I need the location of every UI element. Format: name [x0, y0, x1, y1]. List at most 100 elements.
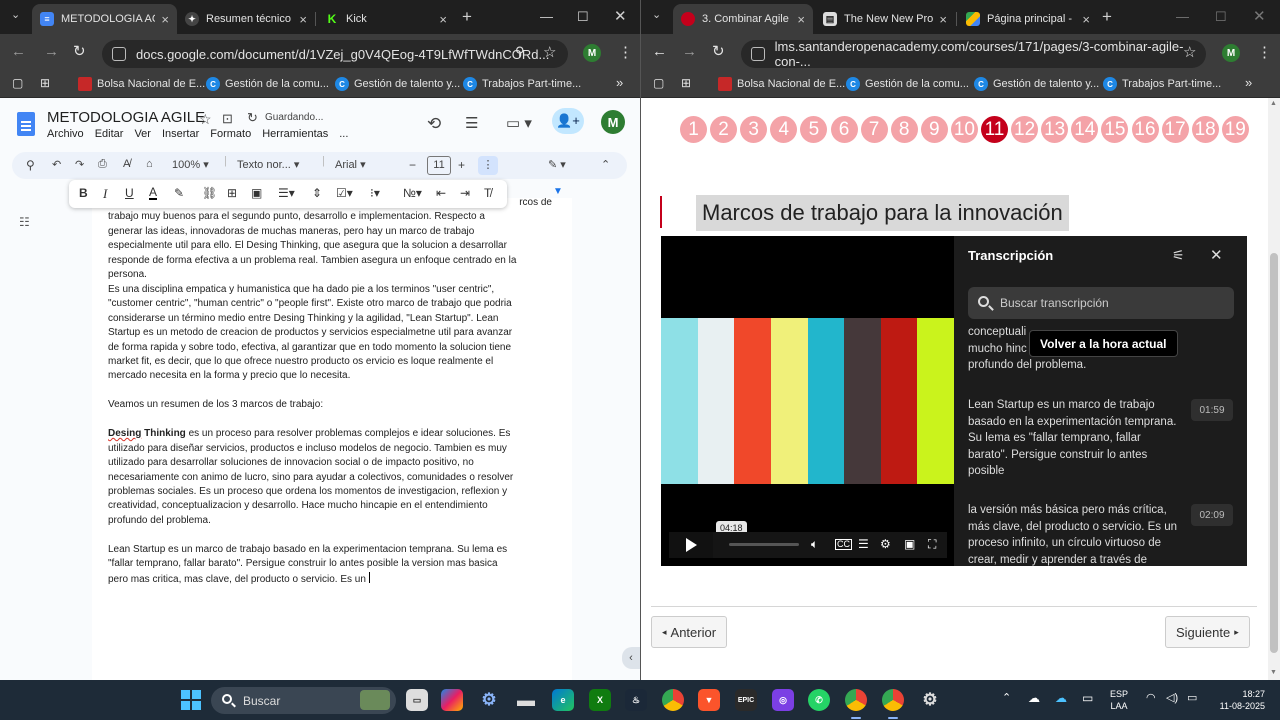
windows-start-icon[interactable]	[180, 689, 202, 711]
bookmark-star-icon[interactable]: ☆	[1183, 43, 1196, 61]
zoom-select[interactable]: 100% ▾	[172, 158, 209, 171]
close-icon[interactable]: ×	[439, 12, 447, 27]
minimize-button[interactable]: —	[540, 9, 553, 24]
menu-dots-icon[interactable]: ⋮	[1257, 43, 1272, 61]
apps-grid-icon[interactable]: ⊞	[681, 76, 691, 90]
outline-icon[interactable]: ☷	[19, 215, 30, 229]
bookmark-folder-icon[interactable]: ▢	[12, 76, 23, 90]
reload-icon[interactable]: ↻	[73, 42, 86, 60]
side-panel-toggle[interactable]: ‹	[622, 647, 640, 669]
star-icon[interactable]: ☆	[199, 111, 212, 128]
address-bar[interactable]: lms.santanderopenacademy.com/courses/171…	[741, 39, 1206, 69]
volume-icon[interactable]: ◁)	[1166, 692, 1178, 704]
text-color-icon[interactable]: A	[149, 186, 158, 200]
close-icon[interactable]: ×	[1082, 12, 1090, 27]
steam-icon[interactable]: ♨	[625, 689, 647, 711]
timestamp-button[interactable]: 02:09	[1191, 504, 1233, 526]
menu-editar[interactable]: Editar	[95, 128, 124, 140]
tab-metodologia[interactable]: ≡ METODOLOGIA AGILE ×	[32, 4, 177, 34]
bookmark-gestion-talento[interactable]: C Gestión de talento y...	[974, 77, 1099, 91]
site-info-icon[interactable]	[751, 47, 765, 61]
spellcheck-icon[interactable]: A̸	[123, 158, 130, 170]
hide-menus-icon[interactable]: ⌃	[601, 158, 610, 171]
previous-button[interactable]: ◂ Anterior	[651, 616, 728, 648]
more-tools-icon[interactable]: ⋮	[478, 156, 498, 175]
account-avatar[interactable]: M	[601, 110, 625, 134]
decrease-indent-icon[interactable]: ⇤	[436, 186, 446, 200]
wifi-icon[interactable]: ◠	[1146, 692, 1156, 704]
increase-font-button[interactable]: +	[458, 158, 465, 172]
bookmark-trabajos[interactable]: C Trabajos Part-time...	[463, 77, 581, 91]
close-icon[interactable]: ×	[939, 12, 947, 27]
xbox-icon[interactable]: X	[589, 689, 611, 711]
progress-bar[interactable]	[729, 543, 799, 546]
epic-games-icon[interactable]: EPIC	[735, 689, 757, 711]
page-number-11[interactable]: 11	[981, 116, 1008, 143]
play-button[interactable]	[669, 532, 713, 558]
transcript-segment[interactable]: Lean Startup es un marco de trabajo basa…	[968, 397, 1183, 480]
battery-icon[interactable]: ▭	[1187, 692, 1197, 704]
menu-archivo[interactable]: Archivo	[47, 128, 84, 140]
close-icon[interactable]: ×	[797, 12, 805, 27]
more-bookmarks-icon[interactable]: »	[616, 75, 623, 90]
bookmark-gestion-comu[interactable]: C Gestión de la comu...	[846, 77, 969, 91]
scrollbar-thumb[interactable]	[1270, 253, 1278, 653]
bookmark-bolsa[interactable]: Bolsa Nacional de E...	[78, 77, 205, 91]
close-transcript-icon[interactable]: ✕	[1210, 246, 1223, 264]
chrome-icon[interactable]	[662, 689, 684, 711]
page-number-19[interactable]: 19	[1221, 116, 1249, 143]
page-number-15[interactable]: 15	[1101, 116, 1129, 143]
captions-icon[interactable]: CC	[835, 539, 852, 550]
page-scrollbar[interactable]: ▲ ▼	[1268, 98, 1280, 680]
profile-avatar[interactable]: M	[1222, 44, 1240, 62]
edge-icon[interactable]: e	[552, 689, 574, 711]
return-current-time-button[interactable]: Volver a la hora actual	[1029, 330, 1178, 357]
bookmark-gestion-talento[interactable]: C Gestión de talento y...	[335, 77, 460, 91]
menu-insertar[interactable]: Insertar	[162, 128, 199, 140]
close-icon[interactable]: ×	[299, 12, 307, 27]
menu-more[interactable]: ...	[339, 128, 348, 140]
fullscreen-icon[interactable]: ⛶	[928, 537, 936, 552]
clock[interactable]: 18:27 11-08-2025	[1207, 688, 1265, 712]
page-number-13[interactable]: 13	[1041, 116, 1069, 143]
italic-icon[interactable]: I	[103, 186, 107, 202]
reload-icon[interactable]: ↻	[712, 42, 725, 60]
device-icon[interactable]: ▭	[1082, 692, 1093, 704]
page-number-7[interactable]: 7	[860, 116, 888, 143]
add-comment-icon[interactable]: ⊞	[227, 186, 237, 200]
menu-herramientas[interactable]: Herramientas	[262, 128, 328, 140]
whatsapp-icon[interactable]: ✆	[808, 689, 830, 711]
system-app-icon[interactable]: ⚙	[919, 689, 941, 711]
print-icon[interactable]: ⎙	[98, 158, 107, 171]
chrome-profile-icon[interactable]	[845, 689, 867, 711]
new-tab-button[interactable]: +	[462, 7, 472, 27]
menu-formato[interactable]: Formato	[210, 128, 251, 140]
move-folder-icon[interactable]: ⊡	[222, 111, 233, 127]
app-icon[interactable]: ◎	[772, 689, 794, 711]
clear-formatting-icon[interactable]: T̸	[484, 186, 491, 200]
input-language[interactable]: ESP LAA	[1110, 688, 1128, 712]
meet-icon[interactable]: ▭ ▾	[506, 114, 532, 132]
tab-combinar-agile[interactable]: 3. Combinar Agile ×	[673, 4, 813, 34]
tab-search-icon[interactable]: ⌄	[652, 8, 661, 21]
increase-indent-icon[interactable]: ⇥	[460, 186, 470, 200]
tab-new-new-pro[interactable]: ▤ The New New Pro ×	[815, 4, 955, 34]
page-number-6[interactable]: 6	[830, 116, 858, 143]
page-number-12[interactable]: 12	[1011, 116, 1039, 143]
minimize-button[interactable]: —	[1176, 9, 1189, 24]
task-view-icon[interactable]: ▭	[406, 689, 428, 711]
document-page[interactable]: rcos de trabajo muy buenos para el segun…	[92, 198, 572, 680]
editing-mode-icon[interactable]: ✎ ▾	[548, 158, 566, 171]
underline-icon[interactable]: U	[125, 186, 134, 200]
taskbar-search-box[interactable]: Buscar	[211, 687, 396, 714]
volume-icon[interactable]: 🔈︎	[811, 537, 818, 552]
page-number-10[interactable]: 10	[950, 116, 978, 143]
font-select[interactable]: Arial ▾	[335, 158, 366, 171]
redo-icon[interactable]: ↷	[75, 158, 84, 171]
brave-icon[interactable]: ▼	[698, 689, 720, 711]
paint-format-icon[interactable]: ⌂	[146, 158, 153, 170]
page-number-9[interactable]: 9	[920, 116, 948, 143]
profile-avatar[interactable]: M	[583, 44, 601, 62]
ruler-marker-icon[interactable]: ▼	[553, 186, 563, 197]
font-size-input[interactable]: 11	[427, 156, 451, 175]
